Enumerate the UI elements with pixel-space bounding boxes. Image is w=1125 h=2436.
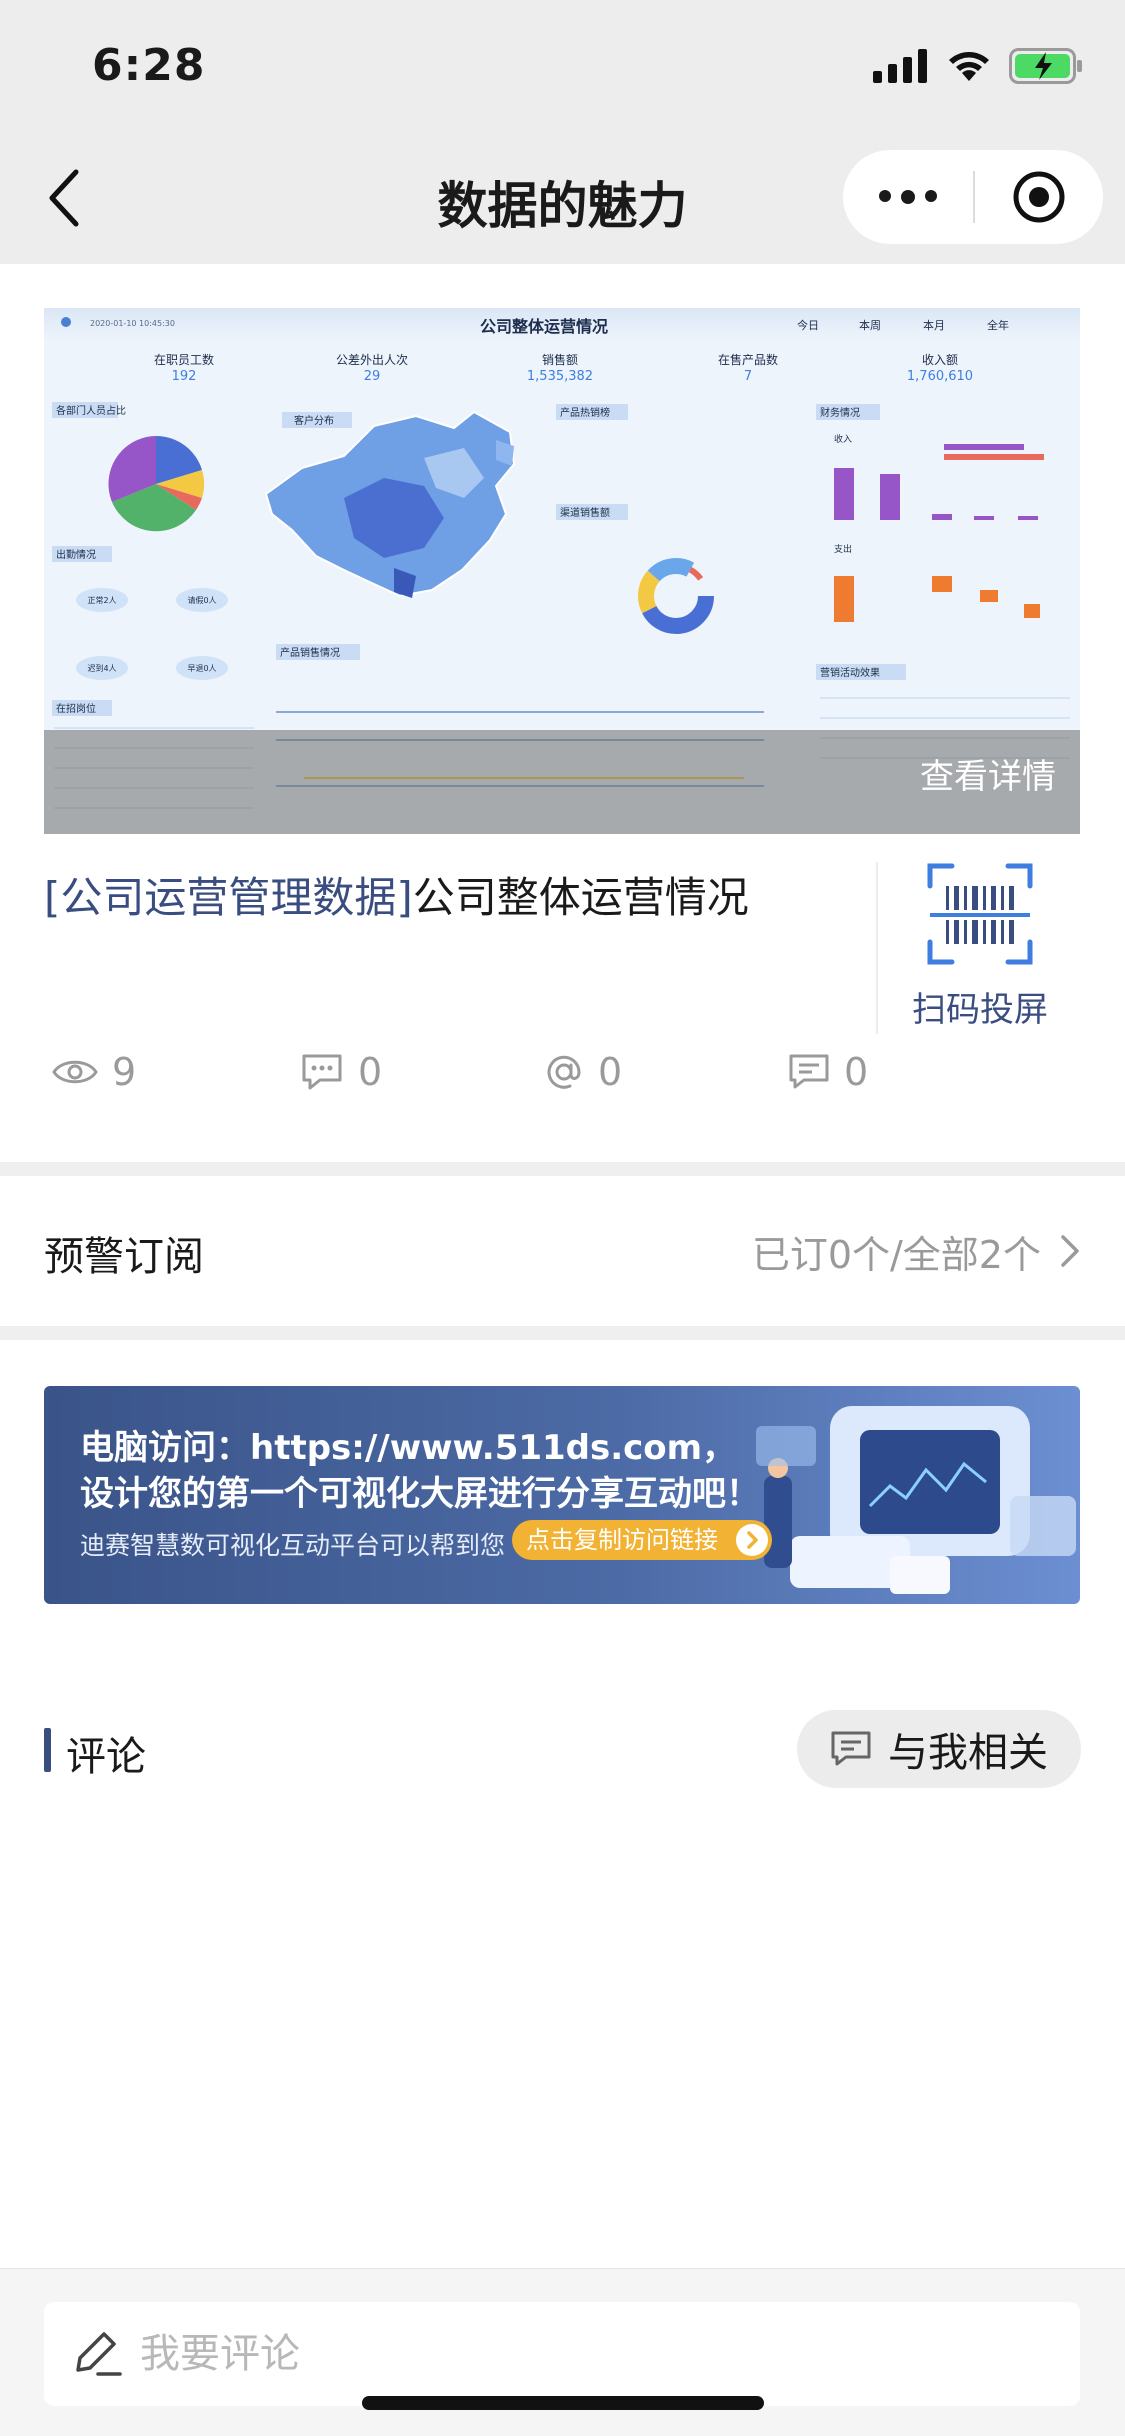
section-divider bbox=[0, 1326, 1125, 1340]
copy-link-button[interactable]: 点击复制访问链接 bbox=[512, 1520, 772, 1560]
home-indicator bbox=[362, 2396, 764, 2410]
panel-label: 各部门人员占比 bbox=[56, 404, 126, 417]
dashboard-tab: 本周 bbox=[859, 318, 881, 332]
kpi-value: 1,760,610 bbox=[907, 369, 973, 384]
item-tag: [公司运营管理数据] bbox=[44, 873, 413, 922]
comments-count: 0 bbox=[358, 1050, 383, 1094]
dashboard-tab: 今日 bbox=[797, 318, 819, 332]
department-pie-chart bbox=[108, 435, 205, 532]
message-icon bbox=[831, 1731, 871, 1766]
top-bar: 6:28 数据的魅力 bbox=[0, 0, 1125, 264]
chevron-right-icon bbox=[1061, 1235, 1079, 1267]
item-stats: 9 0 0 0 bbox=[48, 1050, 908, 1110]
attendance-badge: 早退0人 bbox=[187, 664, 216, 673]
battery-charging-icon bbox=[1009, 48, 1082, 84]
mentions-count: 0 bbox=[598, 1050, 623, 1094]
dashboard-title: 公司整体运营情况 bbox=[480, 317, 608, 336]
kpi-label: 公差外出人次 bbox=[336, 353, 408, 367]
dashboard-illustration bbox=[756, 1406, 1076, 1594]
related-to-me-label: 与我相关 bbox=[888, 1730, 1048, 1776]
comments-stat[interactable]: 0 bbox=[300, 1050, 382, 1094]
banner-line-3: 迪赛智慧数可视化互动平台可以帮到您 bbox=[80, 1531, 506, 1560]
dashboard-preview[interactable]: 公司整体运营情况 2020-01-10 10:45:30 今日 本周 本月 全年… bbox=[44, 308, 1080, 834]
status-time: 6:28 bbox=[92, 40, 206, 91]
kpi-value: 1,535,382 bbox=[527, 369, 593, 384]
comment-input[interactable] bbox=[140, 2331, 1020, 2377]
item-title-text: 公司整体运营情况 bbox=[412, 873, 749, 922]
more-icon[interactable] bbox=[843, 190, 973, 204]
banner-line-2: 设计您的第一个可视化大屏进行分享互动吧！ bbox=[80, 1474, 760, 1514]
alert-subscription-row[interactable]: 预警订阅 已订0个/全部2个 bbox=[0, 1176, 1125, 1326]
at-icon bbox=[547, 1055, 581, 1089]
comments-heading: 评论 bbox=[66, 1734, 146, 1780]
kpi-value: 192 bbox=[172, 369, 197, 384]
comment-icon bbox=[302, 1054, 342, 1090]
mini-program-capsule bbox=[843, 150, 1103, 244]
view-details-link[interactable]: 查看详情 bbox=[920, 749, 1056, 798]
scan-cast-button[interactable]: 扫码投屏 bbox=[880, 858, 1080, 1031]
message-icon bbox=[789, 1054, 829, 1089]
panel-label: 营销活动效果 bbox=[820, 666, 880, 679]
messages-count: 0 bbox=[844, 1050, 869, 1094]
pen-icon bbox=[76, 2332, 122, 2376]
banner-line-1: 电脑访问：https://www.511ds.com， bbox=[80, 1428, 737, 1468]
mentions-stat[interactable]: 0 bbox=[544, 1050, 622, 1094]
kpi-label: 收入额 bbox=[922, 353, 958, 367]
attendance-badge: 请假0人 bbox=[187, 595, 216, 605]
attendance-badge: 正常2人 bbox=[87, 596, 116, 605]
vertical-divider bbox=[876, 862, 878, 1034]
alert-subscription-count: 已订0个/全部2个 bbox=[751, 1233, 1041, 1277]
scan-cast-label: 扫码投屏 bbox=[912, 990, 1048, 1030]
eye-icon bbox=[52, 1060, 98, 1084]
related-to-me-button[interactable]: 与我相关 bbox=[797, 1710, 1081, 1788]
kpi-value: 29 bbox=[364, 369, 381, 384]
arrow-right-icon bbox=[736, 1524, 768, 1556]
alert-subscription-label: 预警订阅 bbox=[44, 1234, 204, 1280]
wifi-icon bbox=[949, 52, 989, 81]
copy-link-label: 点击复制访问链接 bbox=[526, 1526, 718, 1554]
comments-accent-bar bbox=[44, 1728, 51, 1772]
comment-input-box[interactable] bbox=[44, 2302, 1080, 2406]
panel-label: 渠道销售额 bbox=[560, 506, 610, 519]
panel-label: 产品销售情况 bbox=[280, 646, 340, 659]
barcode-scan-icon bbox=[927, 863, 1033, 965]
panel-label: 在招岗位 bbox=[56, 702, 96, 715]
dashboard-tab: 全年 bbox=[987, 318, 1009, 332]
panel-label: 客户分布 bbox=[294, 414, 334, 427]
finance-label: 支出 bbox=[834, 543, 852, 555]
promo-banner[interactable]: 电脑访问：https://www.511ds.com， 设计您的第一个可视化大屏… bbox=[44, 1386, 1080, 1604]
kpi-label: 在售产品数 bbox=[718, 352, 778, 367]
kpi-label: 在职员工数 bbox=[154, 352, 214, 367]
signal-icon bbox=[873, 49, 927, 83]
kpi-label: 销售额 bbox=[542, 352, 578, 367]
views-stat: 9 bbox=[52, 1050, 136, 1094]
finance-label: 收入 bbox=[834, 433, 852, 445]
panel-label: 财务情况 bbox=[820, 406, 860, 419]
item-title[interactable]: [公司运营管理数据]公司整体运营情况 bbox=[44, 868, 834, 928]
dashboard-tab: 本月 bbox=[923, 318, 945, 332]
panel-label: 出勤情况 bbox=[56, 548, 96, 561]
kpi-value: 7 bbox=[744, 369, 752, 384]
attendance-badge: 迟到4人 bbox=[87, 664, 116, 673]
messages-stat[interactable]: 0 bbox=[788, 1050, 868, 1094]
dashboard-date: 2020-01-10 10:45:30 bbox=[90, 319, 175, 328]
section-divider bbox=[0, 1162, 1125, 1176]
status-icons bbox=[873, 48, 1083, 84]
panel-label: 产品热销榜 bbox=[560, 406, 610, 419]
record-icon[interactable] bbox=[975, 169, 1103, 225]
views-count: 9 bbox=[112, 1050, 137, 1094]
